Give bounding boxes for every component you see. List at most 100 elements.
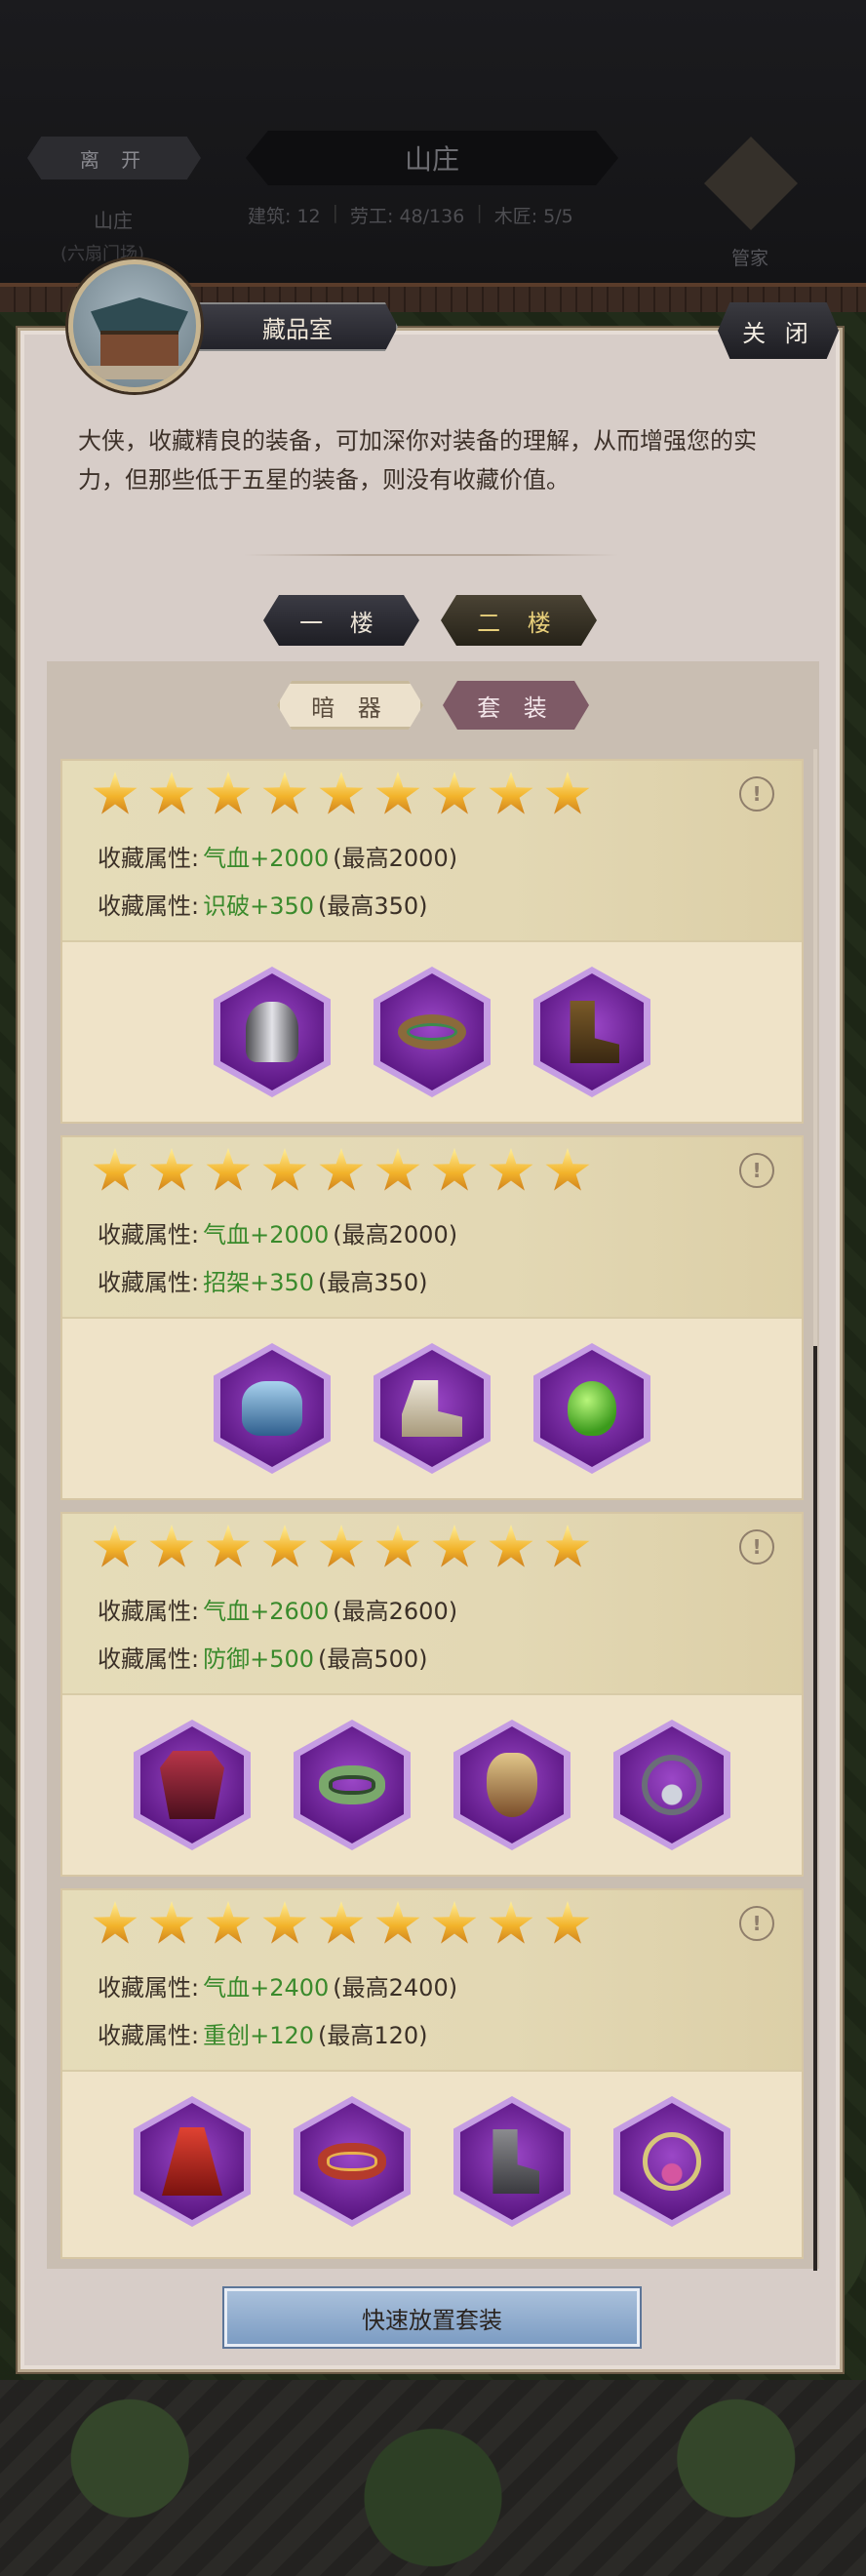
item-slot[interactable] xyxy=(374,967,491,1097)
item-slots xyxy=(62,1707,802,1863)
info-icon[interactable]: ! xyxy=(739,1906,774,1941)
attribute-value: 防御+500 xyxy=(203,1645,315,1673)
attribute-max: (最高350) xyxy=(318,1269,428,1296)
attribute-label: 收藏属性: xyxy=(98,892,200,920)
item-slot[interactable] xyxy=(613,1720,730,1850)
attribute-label: 收藏属性: xyxy=(98,2022,200,2049)
stat-buildings: 建筑: 12 xyxy=(248,206,321,227)
star-icon xyxy=(432,771,477,814)
attribute-max: (最高2000) xyxy=(333,1221,458,1248)
item-slot[interactable] xyxy=(214,967,331,1097)
star-icon xyxy=(489,1900,533,1944)
info-icon[interactable]: ! xyxy=(739,1153,774,1188)
attribute-label: 收藏属性: xyxy=(98,1974,200,2001)
building-body xyxy=(100,331,178,368)
greaves-icon xyxy=(492,2129,539,2194)
quick-place-sets-button[interactable]: 快速放置套装 xyxy=(224,2288,640,2347)
star-icon xyxy=(206,1900,251,1944)
star-icon xyxy=(375,1147,420,1191)
item-slot[interactable] xyxy=(613,2096,730,2227)
collection-attribute: 收藏属性: 重创+120 (最高120) xyxy=(98,2016,428,2050)
tab-equipment-sets[interactable]: 套 装 xyxy=(443,681,589,730)
leave-button[interactable]: 离 开 xyxy=(27,137,201,179)
info-icon[interactable]: ! xyxy=(739,1529,774,1565)
star-icon xyxy=(375,771,420,814)
collection-attribute: 收藏属性: 气血+2600 (最高2600) xyxy=(98,1592,457,1626)
star-icon xyxy=(262,1900,307,1944)
attribute-value: 招架+350 xyxy=(203,1269,315,1296)
room-title: 藏品室 xyxy=(185,302,398,351)
item-slot[interactable] xyxy=(134,1720,251,1850)
building-base xyxy=(87,366,192,379)
description-text: 大侠，收藏精良的装备，可加深你对装备的理解，从而增强您的实力，但那些低于五星的装… xyxy=(78,427,757,494)
star-icon xyxy=(149,771,194,814)
star-icon xyxy=(206,771,251,814)
item-slot[interactable] xyxy=(453,1720,571,1850)
attribute-label: 收藏属性: xyxy=(98,1645,200,1673)
star-icon xyxy=(319,1900,364,1944)
belt-icon xyxy=(398,1014,466,1050)
scrollbar-thumb[interactable] xyxy=(813,1346,817,2271)
item-slot[interactable] xyxy=(453,2096,571,2227)
stat-workers: 劳工: 48/136 xyxy=(350,206,465,227)
attribute-label: 收藏属性: xyxy=(98,845,200,872)
gloves-icon xyxy=(242,1381,302,1436)
set-card: ! 收藏属性: 气血+2000 (最高2000) 收藏属性: 识破+350 (最高350… xyxy=(60,759,804,1124)
set-card: ! 收藏属性: 气血+2600 (最高2600) 收藏属性: 防御+500 (最高500… xyxy=(60,1512,804,1877)
collection-attribute: 收藏属性: 气血+2400 (最高2400) xyxy=(98,1968,457,2002)
set-card-header: ! 收藏属性: 气血+2600 (最高2600) 收藏属性: 防御+500 (最高500… xyxy=(62,1514,802,1695)
armor-icon xyxy=(160,1751,224,1819)
boots-icon xyxy=(570,1001,619,1063)
attribute-label: 收藏属性: xyxy=(98,1269,200,1296)
village-stats: 建筑: 12 | 劳工: 48/136 | 木匠: 5/5 xyxy=(248,202,573,228)
star-icon xyxy=(149,1147,194,1191)
set-card-header: ! 收藏属性: 气血+2000 (最高2000) 收藏属性: 招架+350 (最高350… xyxy=(62,1137,802,1319)
star-icon xyxy=(545,1147,590,1191)
attribute-value: 识破+350 xyxy=(203,892,315,920)
star-icon xyxy=(262,1524,307,1567)
item-slots xyxy=(62,1330,802,1486)
star-icon xyxy=(319,1147,364,1191)
collection-attribute: 收藏属性: 招架+350 (最高350) xyxy=(98,1263,428,1297)
tab-floor-2[interactable]: 二 楼 xyxy=(441,595,597,646)
star-icon xyxy=(545,1900,590,1944)
star-icon xyxy=(432,1524,477,1567)
star-icon xyxy=(432,1147,477,1191)
item-slot[interactable] xyxy=(533,967,650,1097)
tab-floor-1[interactable]: 一 楼 xyxy=(263,595,419,646)
set-card-header: ! 收藏属性: 气血+2400 (最高2400) 收藏属性: 重创+120 (最高120… xyxy=(62,1890,802,2072)
item-slot[interactable] xyxy=(294,2096,411,2227)
item-slot[interactable] xyxy=(533,1343,650,1474)
set-card: ! 收藏属性: 气血+2400 (最高2400) 收藏属性: 重创+120 (最高120… xyxy=(60,1888,804,2259)
item-slot[interactable] xyxy=(134,2096,251,2227)
attribute-value: 气血+2000 xyxy=(203,1221,330,1248)
item-slot[interactable] xyxy=(294,1720,411,1850)
set-card-header: ! 收藏属性: 气血+2000 (最高2000) 收藏属性: 识破+350 (最高350… xyxy=(62,761,802,942)
cape-icon xyxy=(162,2127,222,2196)
star-icon xyxy=(545,1524,590,1567)
item-slot[interactable] xyxy=(214,1343,331,1474)
item-slot[interactable] xyxy=(374,1343,491,1474)
shoes-icon xyxy=(402,1380,462,1437)
star-icon xyxy=(149,1900,194,1944)
star-icon xyxy=(375,1524,420,1567)
place-title: 山庄 xyxy=(246,131,618,185)
close-button[interactable]: 关 闭 xyxy=(718,302,839,359)
collection-attribute: 收藏属性: 气血+2000 (最高2000) xyxy=(98,1215,457,1249)
info-icon[interactable]: ! xyxy=(739,776,774,812)
stat-separator: | xyxy=(476,202,483,223)
collection-attribute: 收藏属性: 识破+350 (最高350) xyxy=(98,887,428,921)
tab-hidden-weapons[interactable]: 暗 器 xyxy=(277,681,423,730)
attribute-label: 收藏属性: xyxy=(98,1598,200,1625)
building-roof xyxy=(91,297,188,333)
item-slots xyxy=(62,954,802,1110)
attribute-max: (最高2600) xyxy=(333,1598,458,1625)
pendant-icon xyxy=(643,2132,701,2191)
attribute-value: 重创+120 xyxy=(203,2022,315,2049)
divider xyxy=(244,554,618,556)
bracer-icon xyxy=(318,2143,386,2180)
attribute-label: 收藏属性: xyxy=(98,1221,200,1248)
stat-carpenters: 木匠: 5/5 xyxy=(493,206,573,227)
necklace-icon xyxy=(642,1755,702,1815)
star-icon xyxy=(319,771,364,814)
